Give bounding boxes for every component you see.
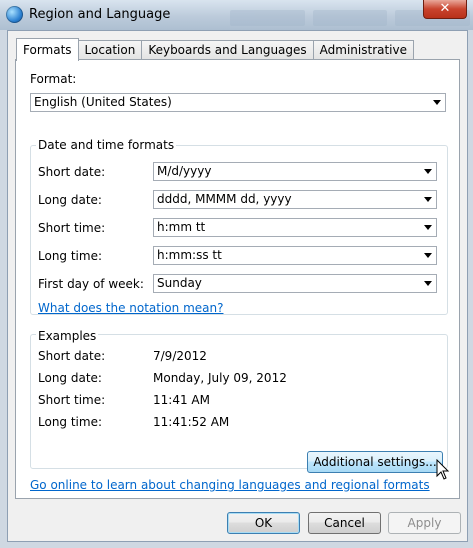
example-short-time-label: Short time: <box>38 393 106 407</box>
first-day-select[interactable]: Sunday <box>153 274 437 293</box>
long-time-select[interactable]: h:mm:ss tt <box>153 246 437 265</box>
globe-icon <box>6 6 23 23</box>
example-long-date-label: Long date: <box>38 371 102 385</box>
chevron-down-icon <box>424 169 432 174</box>
cancel-button[interactable]: Cancel <box>308 512 381 534</box>
short-time-label: Short time: <box>38 221 106 235</box>
title-bar: Region and Language ✕ <box>0 0 473 30</box>
go-online-link[interactable]: Go online to learn about changing langua… <box>30 478 430 492</box>
first-day-label: First day of week: <box>38 277 144 291</box>
additional-settings-button[interactable]: Additional settings... <box>307 451 443 473</box>
format-select[interactable]: English (United States) <box>30 93 446 112</box>
mouse-pointer-icon <box>436 459 450 480</box>
examples-title: Examples <box>36 329 99 343</box>
chevron-down-icon <box>424 225 432 230</box>
short-time-value: h:mm tt <box>157 220 206 234</box>
example-short-date-value: 7/9/2012 <box>153 349 207 363</box>
example-long-time-label: Long time: <box>38 415 103 429</box>
close-button[interactable]: ✕ <box>423 0 467 19</box>
example-short-time-value: 11:41 AM <box>153 393 210 407</box>
chevron-down-icon <box>424 281 432 286</box>
notation-help-link[interactable]: What does the notation mean? <box>38 301 223 315</box>
chevron-down-icon <box>433 100 441 105</box>
format-label: Format: <box>30 72 77 86</box>
first-day-value: Sunday <box>157 276 202 290</box>
close-icon: ✕ <box>439 1 451 16</box>
ok-button[interactable]: OK <box>227 512 300 534</box>
window-title: Region and Language <box>29 7 171 22</box>
tab-location[interactable]: Location <box>77 40 143 60</box>
long-time-value: h:mm:ss tt <box>157 248 222 262</box>
long-date-select[interactable]: dddd, MMMM dd, yyyy <box>153 190 437 209</box>
short-date-select[interactable]: M/d/yyyy <box>153 162 437 181</box>
chevron-down-icon <box>424 197 432 202</box>
region-language-dialog: Formats Location Keyboards and Languages… <box>7 30 468 542</box>
long-date-label: Long date: <box>38 193 102 207</box>
short-time-select[interactable]: h:mm tt <box>153 218 437 237</box>
tab-keyboards-and-languages[interactable]: Keyboards and Languages <box>141 40 314 60</box>
formats-panel: Format: English (United States) Date and… <box>15 59 460 499</box>
date-time-formats-title: Date and time formats <box>36 138 177 152</box>
chevron-down-icon <box>424 253 432 258</box>
long-date-value: dddd, MMMM dd, yyyy <box>157 192 292 206</box>
tab-strip: Formats Location Keyboards and Languages… <box>16 38 415 61</box>
format-select-value: English (United States) <box>34 95 172 109</box>
short-date-value: M/d/yyyy <box>157 164 212 178</box>
example-long-date-value: Monday, July 09, 2012 <box>153 371 287 385</box>
apply-button[interactable]: Apply <box>388 512 461 534</box>
example-short-date-label: Short date: <box>38 349 106 363</box>
tab-formats[interactable]: Formats <box>16 38 79 61</box>
long-time-label: Long time: <box>38 249 103 263</box>
tab-administrative[interactable]: Administrative <box>312 40 415 60</box>
example-long-time-value: 11:41:52 AM <box>153 415 230 429</box>
short-date-label: Short date: <box>38 165 106 179</box>
